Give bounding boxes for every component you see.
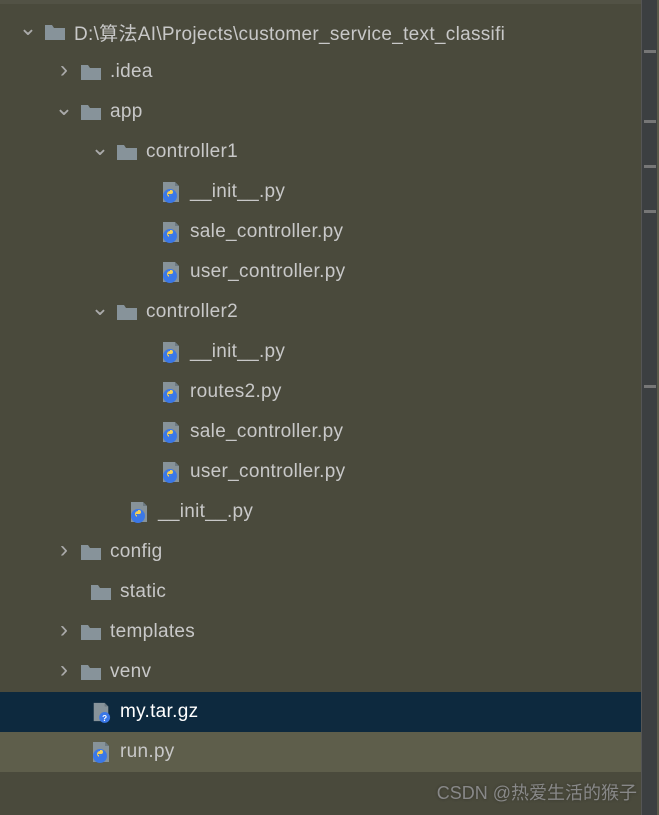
top-border [0, 0, 641, 4]
watermark: CSDN @热爱生活的猴子 [437, 779, 637, 805]
tree-label: user_controller.py [190, 261, 345, 283]
tree-label: config [110, 541, 163, 563]
python-file-icon [128, 501, 150, 523]
archive-file-icon [90, 701, 112, 723]
tree-label: run.py [120, 741, 175, 763]
chevron-right-icon[interactable] [54, 658, 74, 686]
folder-icon [80, 661, 102, 683]
chevron-down-icon[interactable] [54, 99, 74, 125]
tree-item-c1-init[interactable]: __init__.py [0, 172, 657, 212]
chevron-down-icon[interactable] [90, 139, 110, 165]
error-stripe [641, 0, 657, 815]
stripe-mark [644, 385, 656, 388]
stripe-mark [644, 120, 656, 123]
tree-item-templates[interactable]: templates [0, 612, 657, 652]
tree-label: static [120, 581, 166, 603]
python-file-icon [160, 261, 182, 283]
tree-label: sale_controller.py [190, 221, 343, 243]
python-file-icon [160, 221, 182, 243]
tree-item-app[interactable]: app [0, 92, 657, 132]
chevron-right-icon[interactable] [54, 58, 74, 86]
tree-label: __init__.py [190, 341, 285, 363]
tree-item-config[interactable]: config [0, 532, 657, 572]
folder-icon [80, 61, 102, 83]
tree-label: __init__.py [190, 181, 285, 203]
python-file-icon [90, 741, 112, 763]
stripe-mark [644, 165, 656, 168]
tree-item-app-init[interactable]: __init__.py [0, 492, 657, 532]
project-tree: D:\算法AI\Projects\customer_service_text_c… [0, 0, 659, 815]
tree-item-c1-user[interactable]: user_controller.py [0, 252, 657, 292]
tree-label: templates [110, 621, 195, 643]
folder-icon [90, 581, 112, 603]
tree-item-c2-sale[interactable]: sale_controller.py [0, 412, 657, 452]
tree-item-c2-routes[interactable]: routes2.py [0, 372, 657, 412]
python-file-icon [160, 461, 182, 483]
tree-label: controller1 [146, 141, 238, 163]
tree-item-controller2[interactable]: controller2 [0, 292, 657, 332]
python-file-icon [160, 421, 182, 443]
folder-icon [44, 21, 66, 43]
chevron-right-icon[interactable] [54, 538, 74, 566]
tree-label: venv [110, 661, 151, 683]
tree-label: sale_controller.py [190, 421, 343, 443]
tree-item-venv[interactable]: venv [0, 652, 657, 692]
folder-icon [116, 141, 138, 163]
tree-label: __init__.py [158, 501, 253, 523]
tree-item-c1-sale[interactable]: sale_controller.py [0, 212, 657, 252]
chevron-down-icon[interactable] [90, 299, 110, 325]
tree-item-mytar[interactable]: my.tar.gz [0, 692, 657, 732]
python-file-icon [160, 181, 182, 203]
tree-label: routes2.py [190, 381, 282, 403]
tree-label: app [110, 101, 143, 123]
tree-label: user_controller.py [190, 461, 345, 483]
folder-icon [80, 621, 102, 643]
tree-item-controller1[interactable]: controller1 [0, 132, 657, 172]
chevron-down-icon[interactable] [18, 19, 38, 45]
stripe-mark [644, 210, 656, 213]
tree-item-c2-init[interactable]: __init__.py [0, 332, 657, 372]
tree-item-root[interactable]: D:\算法AI\Projects\customer_service_text_c… [0, 12, 657, 52]
tree-item-runpy[interactable]: run.py [0, 732, 657, 772]
folder-icon [116, 301, 138, 323]
tree-label: D:\算法AI\Projects\customer_service_text_c… [74, 19, 505, 46]
folder-icon [80, 541, 102, 563]
tree-label: my.tar.gz [120, 701, 198, 723]
folder-icon [80, 101, 102, 123]
chevron-right-icon[interactable] [54, 618, 74, 646]
python-file-icon [160, 381, 182, 403]
tree-item-idea[interactable]: .idea [0, 52, 657, 92]
stripe-mark [644, 50, 656, 53]
tree-item-static[interactable]: static [0, 572, 657, 612]
tree-label: .idea [110, 61, 153, 83]
tree-item-c2-user[interactable]: user_controller.py [0, 452, 657, 492]
tree-label: controller2 [146, 301, 238, 323]
python-file-icon [160, 341, 182, 363]
